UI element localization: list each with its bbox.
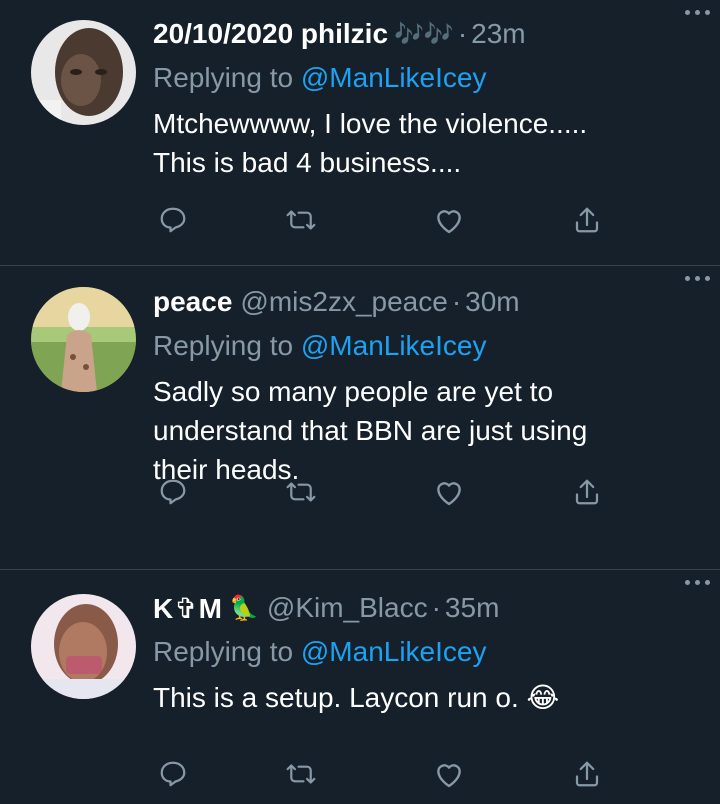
more-icon[interactable]: [685, 10, 710, 15]
name-emoji: 🦜: [229, 594, 259, 622]
display-name[interactable]: peace: [153, 286, 232, 318]
avatar[interactable]: [31, 20, 136, 125]
tweet-text-line: Sadly so many people are yet to: [153, 376, 554, 407]
timestamp[interactable]: 30m: [465, 286, 519, 318]
separator-dot: ·: [431, 592, 441, 623]
tweet-content: K✞M 🦜 @Kim_Blacc · 35m Replying to @ManL…: [153, 588, 696, 717]
tweet[interactable]: K✞M 🦜 @Kim_Blacc · 35m Replying to @ManL…: [0, 570, 720, 804]
user-handle[interactable]: @Kim_Blacc: [267, 592, 428, 624]
replying-to: Replying to @ManLikeIcey: [153, 632, 696, 672]
avatar[interactable]: [31, 287, 136, 392]
user-handle[interactable]: @mis2zx_peace: [240, 286, 447, 318]
timestamp[interactable]: 23m: [471, 18, 525, 50]
retweet-icon[interactable]: [281, 754, 321, 794]
tweet-content: 20/10/2020 philzic 🎶🎶 · 23m Replying to …: [153, 14, 696, 182]
tweet-actions: [153, 754, 613, 794]
tweet-header: peace @mis2zx_peace · 30m: [153, 282, 696, 322]
more-icon[interactable]: [685, 276, 710, 281]
mention-link[interactable]: @ManLikeIcey: [301, 62, 487, 93]
tweet-header: K✞M 🦜 @Kim_Blacc · 35m: [153, 588, 696, 628]
like-icon[interactable]: [429, 200, 469, 240]
tweet-text-line: understand that BBN are just using: [153, 415, 588, 446]
retweet-icon[interactable]: [281, 472, 321, 512]
share-icon[interactable]: [567, 472, 607, 512]
mention-link[interactable]: @ManLikeIcey: [301, 330, 487, 361]
tweet-text-line: This is a setup. Laycon run o. 😂: [153, 682, 560, 713]
tweet-header: 20/10/2020 philzic 🎶🎶 · 23m: [153, 14, 696, 54]
retweet-icon[interactable]: [281, 200, 321, 240]
timestamp[interactable]: 35m: [445, 592, 499, 624]
replying-prefix: Replying to: [153, 62, 294, 93]
separator-dot: ·: [451, 286, 462, 317]
reply-icon[interactable]: [153, 472, 193, 512]
tweet[interactable]: peace @mis2zx_peace · 30m Replying to @M…: [0, 266, 720, 570]
more-icon[interactable]: [685, 580, 710, 585]
share-icon[interactable]: [567, 200, 607, 240]
mention-link[interactable]: @ManLikeIcey: [301, 636, 487, 667]
tweet[interactable]: 20/10/2020 philzic 🎶🎶 · 23m Replying to …: [0, 0, 720, 266]
reply-icon[interactable]: [153, 754, 193, 794]
tweet-actions: [153, 472, 613, 512]
avatar[interactable]: [31, 594, 136, 699]
replying-prefix: Replying to: [153, 330, 294, 361]
tweet-text-line: Mtchewwww, I love the violence.....: [153, 108, 588, 139]
separator-dot: ·: [457, 18, 468, 49]
like-icon[interactable]: [429, 754, 469, 794]
tweet-actions: [153, 200, 613, 240]
like-icon[interactable]: [429, 472, 469, 512]
tweet-text-line: This is bad 4 business....: [153, 147, 462, 178]
display-name[interactable]: K✞M: [153, 592, 223, 625]
tweet-content: peace @mis2zx_peace · 30m Replying to @M…: [153, 282, 696, 489]
display-name[interactable]: 20/10/2020 philzic: [153, 18, 388, 50]
tweet-text: This is a setup. Laycon run o. 😂: [153, 678, 696, 717]
replying-prefix: Replying to: [153, 636, 294, 667]
reply-icon[interactable]: [153, 200, 193, 240]
name-emoji: 🎶🎶: [394, 20, 454, 48]
replying-to: Replying to @ManLikeIcey: [153, 326, 696, 366]
tweet-text: Mtchewwww, I love the violence..... This…: [153, 104, 696, 182]
replying-to: Replying to @ManLikeIcey: [153, 58, 696, 98]
share-icon[interactable]: [567, 754, 607, 794]
